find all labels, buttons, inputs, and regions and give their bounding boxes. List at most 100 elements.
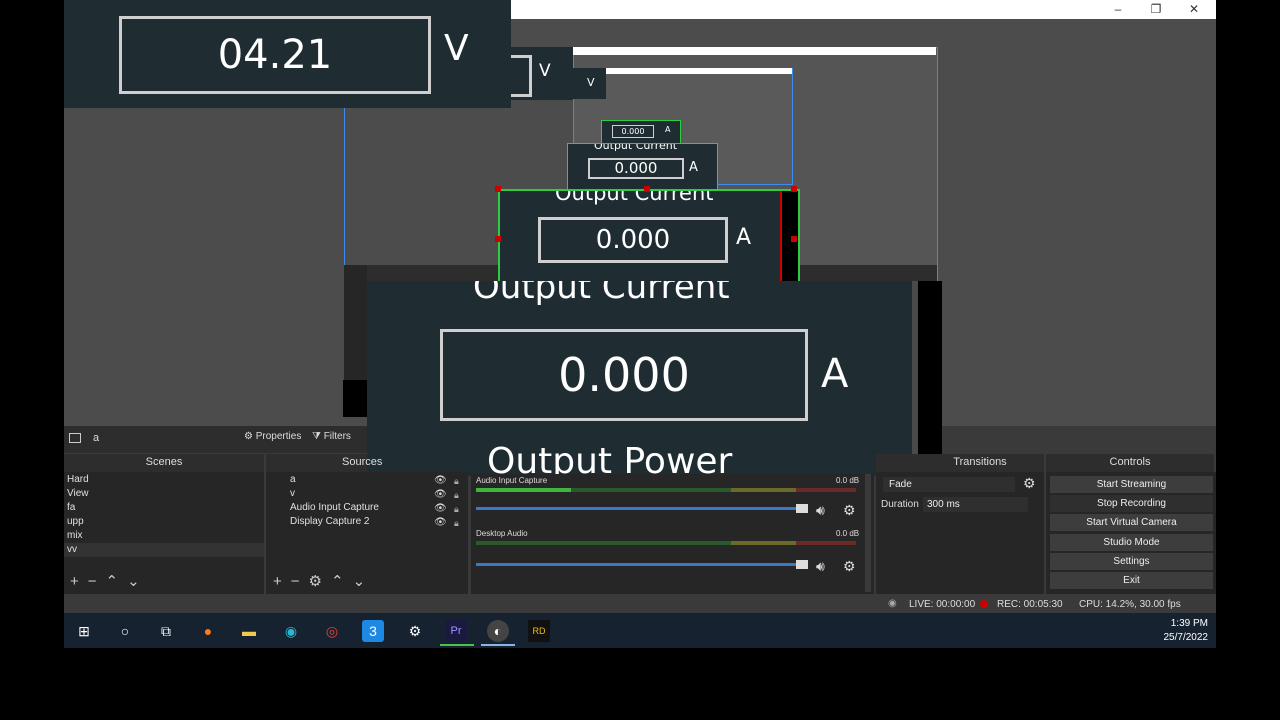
controls-header: Controls [1046,454,1214,472]
filters-button[interactable]: ⧩ Filters [312,431,351,442]
start-streaming-button[interactable]: Start Streaming [1050,476,1213,493]
settings-button[interactable]: Settings [1050,553,1213,570]
clock[interactable]: 1:39 PM 25/7/2022 [1150,617,1209,645]
mini-current-unit: A [665,125,671,134]
move-down-icon[interactable]: ⌄ [353,573,366,590]
lock-icon[interactable]: 🔒︎ [454,488,459,502]
gear-icon[interactable]: ⚙ [843,558,856,575]
current-panel-level3[interactable]: Output Current 0.000 A [498,189,800,285]
current-unit-large: A [821,351,849,397]
speaker-icon[interactable]: 🔊︎ [816,558,825,575]
move-up-icon[interactable]: ⌃ [331,573,344,590]
firefox-icon[interactable]: ● [197,620,219,642]
add-source-icon[interactable]: + [273,573,282,590]
scene-item[interactable]: fa [64,501,264,515]
eye-icon[interactable]: 👁 [434,502,447,516]
close-button[interactable]: ✕ [1175,0,1213,19]
task-view-icon[interactable]: ⧉ [155,620,177,642]
source-toolbar: a ⚙ Properties ⧩ Filters [64,426,367,453]
transitions-header: Transitions [876,454,1044,472]
large-panel-edge [912,281,942,476]
edge-icon[interactable]: ◉ [280,620,302,642]
status-bar: ◉ LIVE: 00:00:00 REC: 00:05:30 CPU: 14.2… [64,596,1216,613]
source-settings-icon[interactable]: ⚙ [309,573,322,590]
add-scene-icon[interactable]: + [70,573,79,590]
move-down-icon[interactable]: ⌄ [127,573,140,590]
display-icon [69,433,81,443]
mixer-scrollbar[interactable] [865,474,871,592]
scenes-toolbar: + − ⌃ ⌄ [70,572,149,591]
app3-icon[interactable]: 3 [362,620,384,642]
remove-scene-icon[interactable]: − [88,573,97,590]
lock-icon[interactable]: 🔒︎ [454,502,459,516]
nested-black-block [343,380,367,417]
lock-icon[interactable]: 🔒︎ [454,474,459,488]
premiere-icon[interactable]: Pr [445,620,467,642]
eye-icon[interactable]: 👁 [434,488,447,502]
filter-icon: ⧩ [312,431,321,442]
rec-dot-icon [980,600,988,608]
mixer-track-db: 0.0 dB [836,476,860,485]
resize-handle-mr[interactable] [791,236,797,242]
transition-settings-icon[interactable]: ⚙ [1023,475,1036,492]
lock-icon[interactable]: 🔒︎ [454,516,459,530]
properties-label: Properties [255,431,302,442]
scene-item[interactable]: mix [64,529,264,543]
eye-icon[interactable]: 👁 [434,474,447,488]
lock-toggles: 🔒︎ 🔒︎ 🔒︎ 🔒︎ [454,474,459,530]
volume-handle-2[interactable] [796,560,808,569]
properties-button[interactable]: ⚙ Properties [244,431,301,442]
obs-icon[interactable]: ◐ [487,620,509,642]
scene-item[interactable]: Hard [64,473,264,487]
nested-value-box [511,55,532,97]
current-label-large: Output Current [473,281,730,307]
current-panel-level2: Output Current 0.000 A [567,143,718,191]
restore-button[interactable]: ❐ [1137,0,1175,19]
transition-select[interactable]: Fade [883,477,1015,492]
mixer-track-db: 0.0 dB [836,529,860,538]
studio-mode-button[interactable]: Studio Mode [1050,534,1213,551]
sources-title: Sources [342,456,383,468]
meter-level-1 [476,488,571,492]
scene-item[interactable]: upp [64,515,264,529]
sources-panel: a v Audio Input Capture Display Capture … [266,472,468,594]
stop-recording-button[interactable]: Stop Recording [1050,495,1213,512]
volume-slider-1[interactable] [476,507,806,510]
windows-start-icon[interactable]: ⊞ [73,620,95,642]
taskbar [64,613,1216,648]
resize-handle-tr[interactable] [791,186,797,192]
duration-input[interactable]: 300 ms [923,497,1028,512]
search-icon[interactable]: ○ [114,620,136,642]
transitions-panel: Fade ⚙ Duration 300 ms [876,472,1044,594]
resize-handle-ml[interactable] [495,236,501,242]
scene-item-selected[interactable]: vv [64,543,264,557]
clock-date: 25/7/2022 [1163,632,1209,643]
move-up-icon[interactable]: ⌃ [106,573,119,590]
gear-icon[interactable]: ⚙ [843,502,856,519]
chrome-icon[interactable]: ◎ [321,620,343,642]
meter-bg-green-1 [571,488,731,492]
current-source-name: a [93,432,100,444]
minimize-button[interactable]: – [1099,0,1137,19]
scene-item[interactable]: View [64,487,264,501]
speaker-icon[interactable]: 🔊︎ [816,502,825,519]
volume-slider-2[interactable] [476,563,806,566]
scenes-panel: Hard View fa upp mix vv + − ⌃ ⌄ [64,472,264,594]
clock-time: 1:39 PM [1170,618,1208,629]
gear-icon: ⚙ [244,431,253,442]
nested-preview-left [344,108,489,270]
app-rd-icon[interactable]: RD [528,620,550,642]
current-unit-level2: A [689,160,698,175]
resize-handle-tc[interactable] [644,186,650,192]
eye-icon[interactable]: 👁 [434,516,447,530]
sources-header: Sources [266,454,382,472]
remove-source-icon[interactable]: − [291,573,300,590]
start-virtual-camera-button[interactable]: Start Virtual Camera [1050,514,1213,531]
power-label: Output Power [487,441,733,476]
volume-handle-1[interactable] [796,504,808,513]
exit-button[interactable]: Exit [1050,572,1213,589]
voltage-unit: V [444,28,469,69]
resize-handle-tl[interactable] [495,186,501,192]
file-explorer-icon[interactable]: ▬ [238,620,260,642]
settings-icon[interactable]: ⚙ [404,620,426,642]
